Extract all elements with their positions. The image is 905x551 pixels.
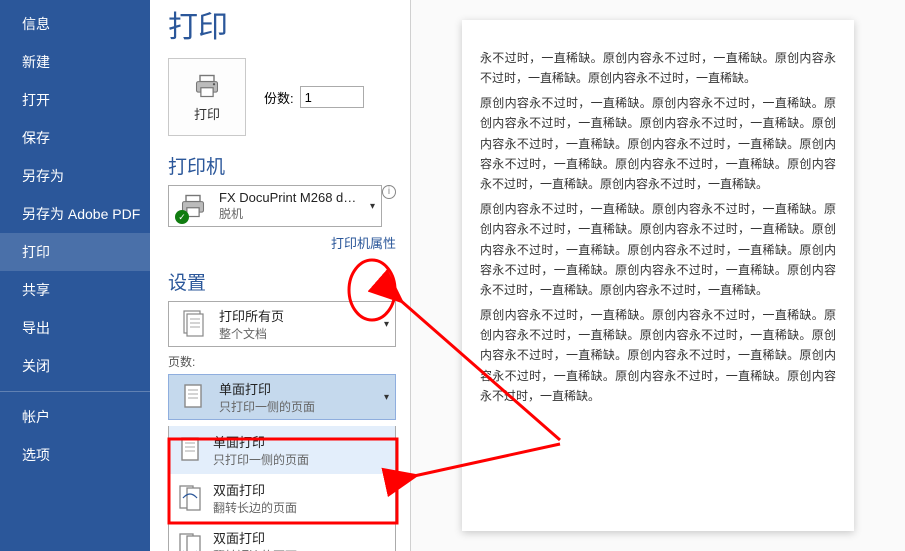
sidebar-item-close[interactable]: 关闭 [0,347,150,385]
page-duplex-long-icon [177,483,203,513]
printer-section-title: 打印机 [168,152,396,179]
menu-item-single-sided[interactable]: 单面打印 只打印一侧的页面 [169,426,395,474]
chevron-down-icon: ▾ [370,201,375,212]
backstage-sidebar: 信息 新建 打开 保存 另存为 另存为 Adobe PDF 打印 共享 导出 关… [0,0,150,551]
sidebar-item-info[interactable]: 信息 [0,5,150,43]
scope-label: 打印所有页 [219,306,374,325]
menu-item-duplex-short[interactable]: 双面打印 翻转短边的页面 [169,522,395,551]
printer-icon [193,72,221,100]
printer-name: FX DocuPrint M268 d… [219,190,360,205]
preview-paragraph: 原创内容永不过时，一直稀缺。原创内容永不过时，一直稀缺。原创内容永不过时，一直稀… [480,305,836,407]
sidebar-item-share[interactable]: 共享 [0,271,150,309]
sidebar-item-account[interactable]: 帐户 [0,398,150,436]
printer-properties-link[interactable]: 打印机属性 [168,233,396,252]
page-title: 打印 [168,0,396,58]
scope-sublabel: 整个文档 [219,325,374,342]
print-button-label: 打印 [194,104,220,123]
sidebar-item-save[interactable]: 保存 [0,119,150,157]
preview-paragraph: 永不过时，一直稀缺。原创内容永不过时，一直稀缺。原创内容永不过时，一直稀缺。原创… [480,48,836,89]
sidebar-item-saveas[interactable]: 另存为 [0,157,150,195]
info-icon[interactable]: i [382,185,396,199]
preview-paragraph: 原创内容永不过时，一直稀缺。原创内容永不过时，一直稀缺。原创内容永不过时，一直稀… [480,199,836,301]
sides-selected-label: 单面打印 [219,379,374,398]
sidebar-item-new[interactable]: 新建 [0,43,150,81]
chevron-down-icon: ▾ [384,392,389,403]
sides-dropdown[interactable]: 单面打印 只打印一侧的页面 ▾ [168,374,396,420]
preview-paragraph: 原创内容永不过时，一直稀缺。原创内容永不过时，一直稀缺。原创内容永不过时，一直稀… [480,93,836,195]
menu-item-duplex-long[interactable]: 双面打印 翻转长边的页面 [169,474,395,522]
page-single-icon [180,382,206,412]
print-panel: 打印 打印 份数: 打印机 i ✓ FX DocuPrint M268 d… 脱… [150,0,410,551]
printer-select-dropdown[interactable]: ✓ FX DocuPrint M268 d… 脱机 ▾ [168,185,382,227]
sidebar-item-export[interactable]: 导出 [0,309,150,347]
print-scope-dropdown[interactable]: 打印所有页 整个文档 ▾ [168,301,396,347]
sidebar-item-options[interactable]: 选项 [0,436,150,474]
sides-dropdown-menu: 单面打印 只打印一侧的页面 双面打印 翻转长边的页面 双面打印 翻转短边的页面 … [168,426,396,551]
sides-selected-sub: 只打印一侧的页面 [219,398,374,415]
page-single-icon [177,435,203,465]
chevron-down-icon: ▾ [384,319,389,330]
sidebar-item-open[interactable]: 打开 [0,81,150,119]
printer-status: 脱机 [219,205,360,222]
settings-section-title: 设置 [168,268,396,295]
sidebar-item-saveas-pdf[interactable]: 另存为 Adobe PDF [0,195,150,233]
page-duplex-short-icon [177,531,203,551]
sidebar-item-print[interactable]: 打印 [0,233,150,271]
preview-page: 永不过时，一直稀缺。原创内容永不过时，一直稀缺。原创内容永不过时，一直稀缺。原创… [462,20,854,531]
print-button[interactable]: 打印 [168,58,246,136]
copies-input[interactable] [300,86,364,108]
status-ok-icon: ✓ [175,210,189,224]
pages-icon [180,309,206,339]
sidebar-divider [0,391,150,392]
copies-label: 份数: [264,88,294,107]
pages-field-label: 页数: [168,353,396,370]
print-preview-pane: 永不过时，一直稀缺。原创内容永不过时，一直稀缺。原创内容永不过时，一直稀缺。原创… [410,0,905,551]
